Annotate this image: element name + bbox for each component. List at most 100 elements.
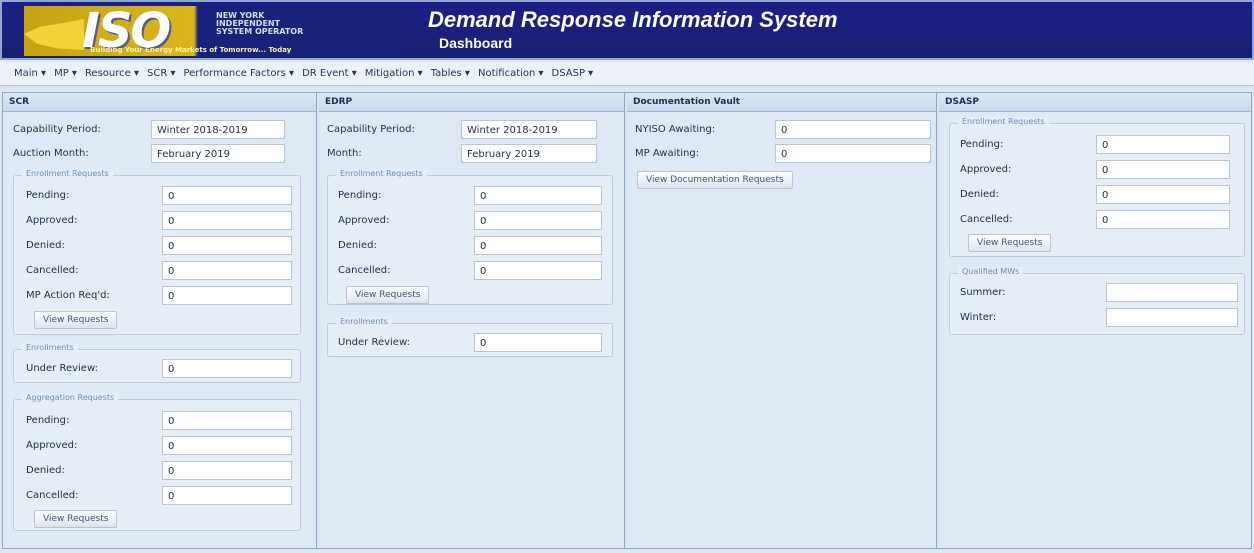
edrp-under-review-label: Under Review:: [338, 337, 410, 348]
documentation-vault-panel: Documentation Vault NYISO Awaiting: 0 MP…: [627, 93, 937, 548]
scr-agg-approved-row: Approved: 0: [26, 435, 298, 457]
edrp-cancelled-row: Cancelled: 0: [338, 260, 608, 282]
scr-auction-row: Auction Month: February 2019: [13, 143, 301, 165]
edrp-capability-label: Capability Period:: [327, 124, 415, 135]
scr-pending-field[interactable]: 0: [162, 186, 292, 205]
edrp-capability-row: Capability Period: Winter 2018-2019: [327, 119, 613, 141]
edrp-month-row: Month: February 2019: [327, 143, 613, 165]
scr-approved-label: Approved:: [26, 215, 78, 226]
dsasp-cancelled-label: Cancelled:: [960, 214, 1013, 225]
edrp-month-label: Month:: [327, 148, 362, 159]
edrp-enrollment-title: Enrollment Requests: [336, 169, 427, 178]
scr-enrollment-requests: Enrollment Requests Pending: 0 Approved:…: [13, 169, 301, 335]
dsasp-pending-row: Pending: 0: [960, 134, 1242, 156]
docvault-nyiso-field[interactable]: 0: [775, 120, 931, 139]
dsasp-qualified-title: Qualified MWs: [958, 267, 1024, 276]
edrp-approved-label: Approved:: [338, 215, 390, 226]
edrp-under-review-row: Under Review: 0: [338, 332, 608, 354]
menu-tables[interactable]: Tables ▾: [431, 68, 470, 79]
dsasp-panel: DSASP Enrollment Requests Pending: 0 App…: [939, 93, 1251, 548]
dsasp-denied-row: Denied: 0: [960, 184, 1242, 206]
docvault-mp-label: MP Awaiting:: [635, 148, 700, 159]
dsasp-pending-label: Pending:: [960, 139, 1004, 150]
scr-agg-approved-field[interactable]: 0: [162, 436, 292, 455]
scr-agg-denied-label: Denied:: [26, 465, 65, 476]
menu-resource[interactable]: Resource ▾: [85, 68, 139, 79]
scr-approved-field[interactable]: 0: [162, 211, 292, 230]
dsasp-view-requests-button[interactable]: View Requests: [968, 234, 1052, 252]
edrp-enrollments-title: Enrollments: [336, 317, 392, 326]
scr-capability-row: Capability Period: Winter 2018-2019: [13, 119, 301, 141]
edrp-capability-field[interactable]: Winter 2018-2019: [461, 120, 597, 139]
menu-notification[interactable]: Notification ▾: [478, 68, 544, 79]
scr-agg-view-requests-button[interactable]: View Requests: [34, 510, 118, 528]
edrp-header: EDRP: [319, 93, 624, 112]
scr-denied-field[interactable]: 0: [162, 236, 292, 255]
scr-agg-pending-row: Pending: 0: [26, 410, 298, 432]
dsasp-enrollment-requests: Enrollment Requests Pending: 0 Approved:…: [949, 117, 1245, 257]
scr-mp-action-field[interactable]: 0: [162, 286, 292, 305]
dsasp-enrollment-title: Enrollment Requests: [958, 117, 1049, 126]
dsasp-winter-field[interactable]: [1106, 308, 1238, 327]
dsasp-summer-field[interactable]: [1106, 283, 1238, 302]
view-documentation-requests-button[interactable]: View Documentation Requests: [637, 171, 793, 189]
menu-dr-event[interactable]: DR Event ▾: [302, 68, 357, 79]
menu-mp[interactable]: MP ▾: [54, 68, 77, 79]
scr-enrollments: Enrollments Under Review: 0: [13, 343, 301, 383]
edrp-pending-label: Pending:: [338, 190, 382, 201]
edrp-enrollments: Enrollments Under Review: 0: [327, 317, 613, 357]
app-header: ISO NEW YORK INDEPENDENT SYSTEM OPERATOR…: [0, 0, 1254, 60]
docvault-nyiso-row: NYISO Awaiting: 0: [635, 119, 931, 141]
scr-under-review-row: Under Review: 0: [26, 358, 298, 380]
dsasp-cancelled-field[interactable]: 0: [1096, 210, 1230, 229]
edrp-pending-field[interactable]: 0: [474, 186, 602, 205]
dsasp-denied-label: Denied:: [960, 189, 999, 200]
menu-dsasp[interactable]: DSASP ▾: [552, 68, 594, 79]
dsasp-approved-field[interactable]: 0: [1096, 160, 1230, 179]
menu-main[interactable]: Main ▾: [14, 68, 46, 79]
dsasp-qualified-mws: Qualified MWs Summer: Winter:: [949, 267, 1245, 335]
scr-cancelled-field[interactable]: 0: [162, 261, 292, 280]
menu-scr[interactable]: SCR ▾: [147, 68, 175, 79]
dsasp-winter-row: Winter:: [960, 307, 1242, 329]
scr-agg-cancelled-row: Cancelled: 0: [26, 485, 298, 507]
scr-agg-cancelled-label: Cancelled:: [26, 490, 79, 501]
dashboard-panels: SCR Capability Period: Winter 2018-2019 …: [2, 92, 1252, 549]
scr-capability-field[interactable]: Winter 2018-2019: [151, 120, 285, 139]
scr-agg-denied-field[interactable]: 0: [162, 461, 292, 480]
edrp-view-requests-button[interactable]: View Requests: [346, 286, 430, 304]
edrp-pending-row: Pending: 0: [338, 185, 608, 207]
scr-auction-label: Auction Month:: [13, 148, 89, 159]
dsasp-approved-label: Approved:: [960, 164, 1012, 175]
edrp-denied-field[interactable]: 0: [474, 236, 602, 255]
dsasp-summer-row: Summer:: [960, 282, 1242, 304]
dsasp-summer-label: Summer:: [960, 287, 1006, 298]
edrp-denied-label: Denied:: [338, 240, 377, 251]
main-menu: Main ▾ MP ▾ Resource ▾ SCR ▾ Performance…: [0, 62, 1254, 86]
scr-capability-label: Capability Period:: [13, 124, 101, 135]
scr-agg-approved-label: Approved:: [26, 440, 78, 451]
docvault-mp-field[interactable]: 0: [775, 144, 931, 163]
dsasp-winter-label: Winter:: [960, 312, 997, 323]
scr-auction-field[interactable]: February 2019: [151, 144, 285, 163]
scr-under-review-label: Under Review:: [26, 363, 98, 374]
scr-under-review-field[interactable]: 0: [162, 359, 292, 378]
edrp-cancelled-field[interactable]: 0: [474, 261, 602, 280]
menu-performance-factors[interactable]: Performance Factors ▾: [183, 68, 294, 79]
scr-agg-cancelled-field[interactable]: 0: [162, 486, 292, 505]
edrp-approved-field[interactable]: 0: [474, 211, 602, 230]
scr-mp-action-row: MP Action Req'd: 0: [26, 285, 298, 307]
edrp-month-field[interactable]: February 2019: [461, 144, 597, 163]
edrp-under-review-field[interactable]: 0: [474, 333, 602, 352]
scr-view-requests-button[interactable]: View Requests: [34, 311, 118, 329]
dsasp-pending-field[interactable]: 0: [1096, 135, 1230, 154]
dsasp-header: DSASP: [939, 93, 1251, 112]
page-subtitle: Dashboard: [439, 35, 513, 51]
scr-enrollment-title: Enrollment Requests: [22, 169, 113, 178]
menu-mitigation[interactable]: Mitigation ▾: [365, 68, 423, 79]
scr-agg-pending-field[interactable]: 0: [162, 411, 292, 430]
scr-header: SCR: [3, 93, 316, 112]
scr-aggregation-requests: Aggregation Requests Pending: 0 Approved…: [13, 393, 301, 531]
edrp-enrollment-requests: Enrollment Requests Pending: 0 Approved:…: [327, 169, 613, 305]
dsasp-denied-field[interactable]: 0: [1096, 185, 1230, 204]
